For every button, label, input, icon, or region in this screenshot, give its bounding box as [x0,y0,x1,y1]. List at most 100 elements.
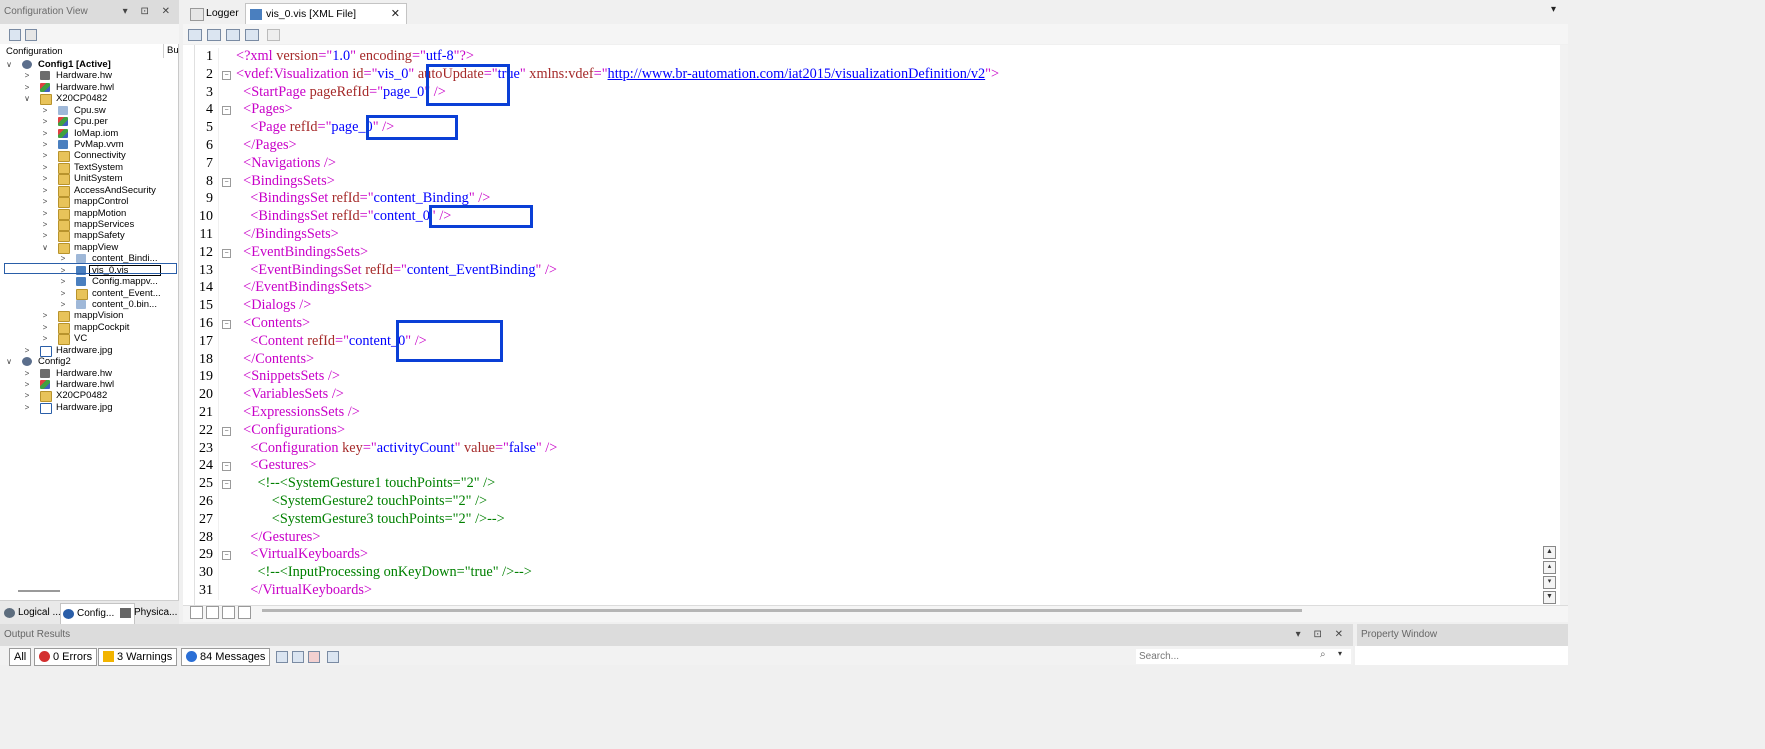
clear-output-icon[interactable] [308,651,320,663]
tree-item[interactable]: ∨ X20CP0482 [0,93,179,106]
tree-item[interactable]: > Config.mappv... [0,276,179,287]
code-line[interactable]: <SystemGesture2 touchPoints="2" /> [236,493,487,511]
tree-item[interactable]: > mappSafety [0,230,179,243]
fold-toggle-icon[interactable]: − [222,70,231,80]
tree-item[interactable]: > mappServices [0,219,179,232]
fold-toggle-icon[interactable]: − [222,551,231,561]
view-mode-4-icon[interactable] [238,606,251,619]
output-action-4-icon[interactable] [327,651,339,663]
tree-item[interactable]: > UnitSystem [0,173,179,186]
expand-chevron-icon[interactable]: > [40,310,50,321]
tree-item[interactable]: > IoMap.iom [0,128,179,139]
tree-item[interactable]: > PvMap.vvm [0,139,179,150]
decrease-indent-icon[interactable] [226,29,240,41]
code-line[interactable]: <Navigations /> [236,155,336,173]
filter-errors-button[interactable]: 0 Errors [34,648,98,666]
code-line[interactable]: </EventBindingsSets> [236,279,372,297]
expand-chevron-icon[interactable]: > [22,390,32,401]
view-mode-3-icon[interactable] [222,606,235,619]
format-document-icon[interactable] [188,29,202,41]
tree-item[interactable]: > X20CP0482 [0,390,179,403]
tree-item[interactable]: > AccessAndSecurity [0,185,179,197]
output-action-1-icon[interactable] [276,651,288,663]
fold-toggle-icon[interactable]: − [222,426,231,436]
code-line[interactable]: </VirtualKeyboards> [236,582,372,600]
panel-window-buttons[interactable]: ▾ ⊡ ✕ [123,0,175,24]
column-header-second[interactable]: Bu [163,44,179,58]
output-window-buttons[interactable]: ▾ ⊡ ✕ [1296,624,1348,646]
editor-horizontal-scrollbar[interactable] [183,605,1568,622]
code-line[interactable]: </Gestures> [236,529,320,547]
filter-warnings-button[interactable]: 3 Warnings [98,648,178,666]
expand-chevron-icon[interactable]: > [22,379,32,390]
tree-item[interactable]: > Cpu.per [0,116,179,127]
code-line[interactable]: <!--<SystemGesture1 touchPoints="2" /> [236,475,495,493]
code-line[interactable]: <Gestures> [236,457,316,475]
horizontal-scroll-thumb[interactable] [262,609,1302,612]
tree-item[interactable]: > content_0.bin... [0,299,179,310]
tree-item[interactable]: > VC [0,333,179,346]
fold-toggle-icon[interactable]: − [222,320,231,329]
expand-chevron-icon[interactable]: > [40,196,50,207]
collapse-chevron-icon[interactable]: ∨ [40,242,50,253]
code-line[interactable]: <EventBindingsSet refId="content_EventBi… [236,262,557,280]
view-mode-2-icon[interactable] [206,606,219,619]
code-line[interactable]: <!--<InputProcessing onKeyDown="true" />… [236,564,531,582]
tab-vis-0-xml[interactable]: vis_0.vis [XML File] ✕ [245,3,407,26]
code-line[interactable]: <BindingsSet refId="content_0" /> [236,208,451,226]
scroll-top-icon[interactable]: ▲ [1543,546,1556,559]
filter-all-button[interactable]: All [9,648,32,666]
expand-chevron-icon[interactable]: > [22,368,32,379]
code-line[interactable]: <vdef:Visualization id="vis_0" autoUpdat… [236,66,999,84]
tree-item[interactable]: > Connectivity [0,150,179,163]
code-line[interactable]: <EventBindingsSets> [236,244,368,262]
scroll-bottom-icon[interactable]: ▼ [1543,591,1556,604]
code-line[interactable]: <VariablesSets /> [236,386,344,404]
code-line[interactable]: <Pages> [236,101,292,119]
tree-item[interactable]: ∨ mappView [0,242,179,254]
expand-chevron-icon[interactable]: > [40,333,50,344]
code-line[interactable]: </BindingsSets> [236,226,339,244]
collapse-chevron-icon[interactable]: ∨ [4,356,14,367]
tree-item[interactable]: > TextSystem [0,162,179,174]
tree-item[interactable]: ∨ Config1 [Active] [0,59,179,70]
left-panel-scrollbar[interactable] [18,590,60,592]
tree-item[interactable]: > mappVision [0,310,179,323]
expand-chevron-icon[interactable]: > [40,150,50,161]
expand-chevron-icon[interactable]: > [40,162,50,173]
tree-item[interactable]: > mappMotion [0,208,179,220]
tree-item[interactable]: > content_Event... [0,288,179,300]
search-icon[interactable]: ⌕ [1320,649,1326,660]
expand-chevron-icon[interactable]: > [40,230,50,241]
column-header-configuration[interactable]: Configuration [6,46,63,57]
expand-chevron-icon[interactable]: > [22,82,32,93]
code-token[interactable]: http://www.br-automation.com/iat2015/vis… [608,66,986,82]
close-tab-icon[interactable]: ✕ [391,4,400,25]
expand-chevron-icon[interactable]: > [22,402,32,413]
fold-toggle-icon[interactable]: − [222,177,231,187]
scroll-page-down-icon[interactable]: ▾ [1543,576,1556,589]
fold-toggle-icon[interactable]: − [222,248,231,258]
expand-chevron-icon[interactable]: > [40,185,50,196]
fold-toggle-icon[interactable]: − [222,462,231,472]
output-search-input[interactable]: Search... [1136,649,1351,664]
expand-chevron-icon[interactable]: > [40,128,50,139]
refresh-icon[interactable] [9,29,21,41]
code-line[interactable]: <Configurations> [236,422,345,440]
expand-chevron-icon[interactable]: > [40,208,50,219]
tree-item[interactable]: > Hardware.hw [0,70,179,81]
tab-list-dropdown-icon[interactable]: ▾ [1551,4,1556,15]
code-line[interactable]: <BindingsSets> [236,173,335,191]
expand-chevron-icon[interactable]: > [22,70,32,81]
expand-chevron-icon[interactable]: > [58,288,68,299]
collapse-chevron-icon[interactable]: ∨ [4,59,14,70]
code-line[interactable]: <StartPage pageRefId="page_0" /> [236,84,446,102]
fold-toggle-icon[interactable]: − [222,106,231,116]
tree-item[interactable]: ∨ Config2 [0,356,179,367]
fold-toggle-icon[interactable]: − [222,480,231,490]
expand-chevron-icon[interactable]: > [40,219,50,230]
tree-item[interactable]: > Hardware.hw [0,368,179,379]
tree-item[interactable]: > Hardware.jpg [0,345,179,357]
expand-chevron-icon[interactable]: > [22,345,32,356]
expand-chevron-icon[interactable]: > [58,299,68,310]
